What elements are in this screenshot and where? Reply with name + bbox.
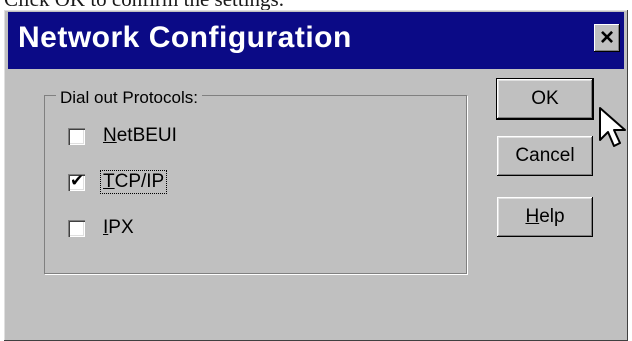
document-caption-strip: Click OK to confirm the settings. (0, 0, 632, 10)
cancel-button[interactable]: Cancel (497, 136, 593, 176)
netbeui-checkbox-row[interactable]: NetBEUI (68, 125, 179, 147)
close-icon: × (599, 24, 614, 51)
network-configuration-dialog: Network Configuration × Dial out Protoco… (4, 10, 628, 341)
netbeui-label[interactable]: NetBEUI (101, 125, 179, 147)
ok-button[interactable]: OK (497, 79, 593, 119)
tcpip-checkbox[interactable]: ✔ (68, 170, 85, 191)
document-caption: Click OK to confirm the settings. (4, 0, 284, 10)
netbeui-checkbox[interactable] (68, 127, 85, 145)
ipx-checkbox-row[interactable]: IPX (68, 217, 136, 239)
help-button[interactable]: Help (497, 197, 593, 237)
dialog-title: Network Configuration (18, 21, 352, 54)
group-label: Dial out Protocols: (56, 88, 202, 108)
title-bar[interactable]: Network Configuration × (8, 12, 624, 69)
ipx-checkbox[interactable] (68, 219, 85, 237)
tcpip-label[interactable]: TCP/IP (99, 170, 168, 194)
close-button[interactable]: × (594, 24, 620, 52)
tcpip-checkbox-row[interactable]: ✔ TCP/IP (68, 170, 168, 194)
mouse-pointer-icon (599, 107, 626, 147)
checkmark-icon: ✔ (70, 170, 85, 191)
ipx-label[interactable]: IPX (101, 217, 136, 239)
